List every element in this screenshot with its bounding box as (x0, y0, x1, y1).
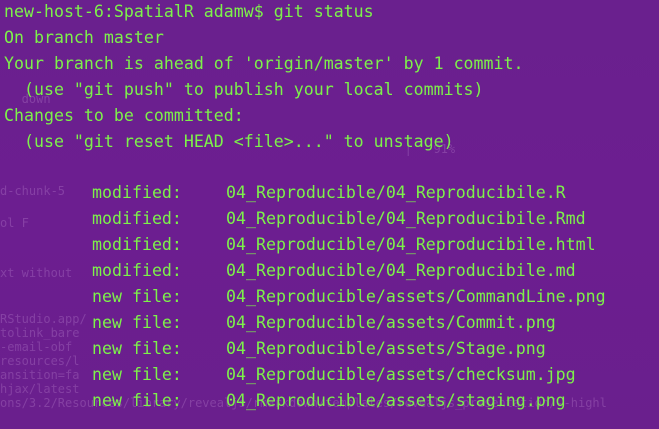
staged-entry: modified: 04_Reproducible/04_Reproducibil… (92, 232, 596, 258)
ghost-text: ansition=fa (0, 368, 80, 382)
entry-path: 04_Reproducible/04_Reproducibile.R (226, 183, 566, 202)
ghost-text: xt without (0, 266, 73, 280)
staged-entry: new file: 04_Reproducible/assets/Stage.pn… (92, 336, 546, 362)
entry-path: 04_Reproducible/assets/Commit.png (226, 313, 556, 332)
staged-entry: modified: 04_Reproducible/04_Reproducibil… (92, 206, 586, 232)
shell-prompt: new-host-6:SpatialR adamw$ (4, 2, 274, 21)
typed-command: git status (273, 2, 374, 21)
entry-path: 04_Reproducible/assets/Stage.png (226, 339, 546, 358)
ghost-text: -email-obf (0, 340, 73, 354)
staged-entry: new file: 04_Reproducible/assets/CommandL… (92, 284, 606, 310)
entry-status: modified: (92, 183, 182, 202)
command-line: new-host-6:SpatialR adamw$ git status (4, 0, 374, 25)
terminal-window[interactable]: down | 91% d-chunk-5 ol F xt without RSt… (0, 0, 659, 429)
ghost-text: ol F (0, 216, 29, 230)
ghost-text: tolink_bare (0, 326, 80, 340)
entry-status: modified: (92, 235, 182, 254)
entry-path: 04_Reproducible/04_Reproducibile.md (226, 261, 576, 280)
ghost-text: d-chunk-5 (0, 184, 66, 198)
staged-entry: new file: 04_Reproducible/assets/Commit.p… (92, 310, 556, 336)
entry-path: 04_Reproducible/assets/CommandLine.png (226, 287, 606, 306)
entry-status: new file: (92, 287, 182, 306)
staged-entry: modified: 04_Reproducible/04_Reproducibil… (92, 180, 566, 206)
entry-path: 04_Reproducible/04_Reproducibile.Rmd (226, 209, 586, 228)
staged-entry: new file: 04_Reproducible/assets/checksum… (92, 362, 576, 388)
ghost-text: resources/l (0, 354, 80, 368)
entry-status: new file: (92, 339, 182, 358)
reset-hint: (use "git reset HEAD <file>..." to unsta… (4, 132, 454, 151)
push-hint: (use "git push" to publish your local co… (4, 80, 484, 99)
ghost-text: hjax/latest (0, 382, 80, 396)
entry-status: new file: (92, 313, 182, 332)
entry-status: modified: (92, 209, 182, 228)
staged-entry: modified: 04_Reproducible/04_Reproducibil… (92, 258, 576, 284)
entry-path: 04_Reproducible/assets/staging.png (226, 391, 566, 410)
entry-status: new file: (92, 391, 182, 410)
entry-path: 04_Reproducible/04_Reproducibile.html (226, 235, 596, 254)
entry-path: 04_Reproducible/assets/checksum.jpg (226, 365, 576, 384)
entry-status: new file: (92, 365, 182, 384)
ghost-text: RStudio.app/ (0, 312, 87, 326)
branch-line: On branch master (4, 28, 164, 47)
changes-header: Changes to be committed: (4, 106, 244, 125)
ahead-line: Your branch is ahead of 'origin/master' … (4, 54, 524, 73)
staged-entry: new file: 04_Reproducible/assets/staging.… (92, 388, 566, 414)
entry-status: modified: (92, 261, 182, 280)
